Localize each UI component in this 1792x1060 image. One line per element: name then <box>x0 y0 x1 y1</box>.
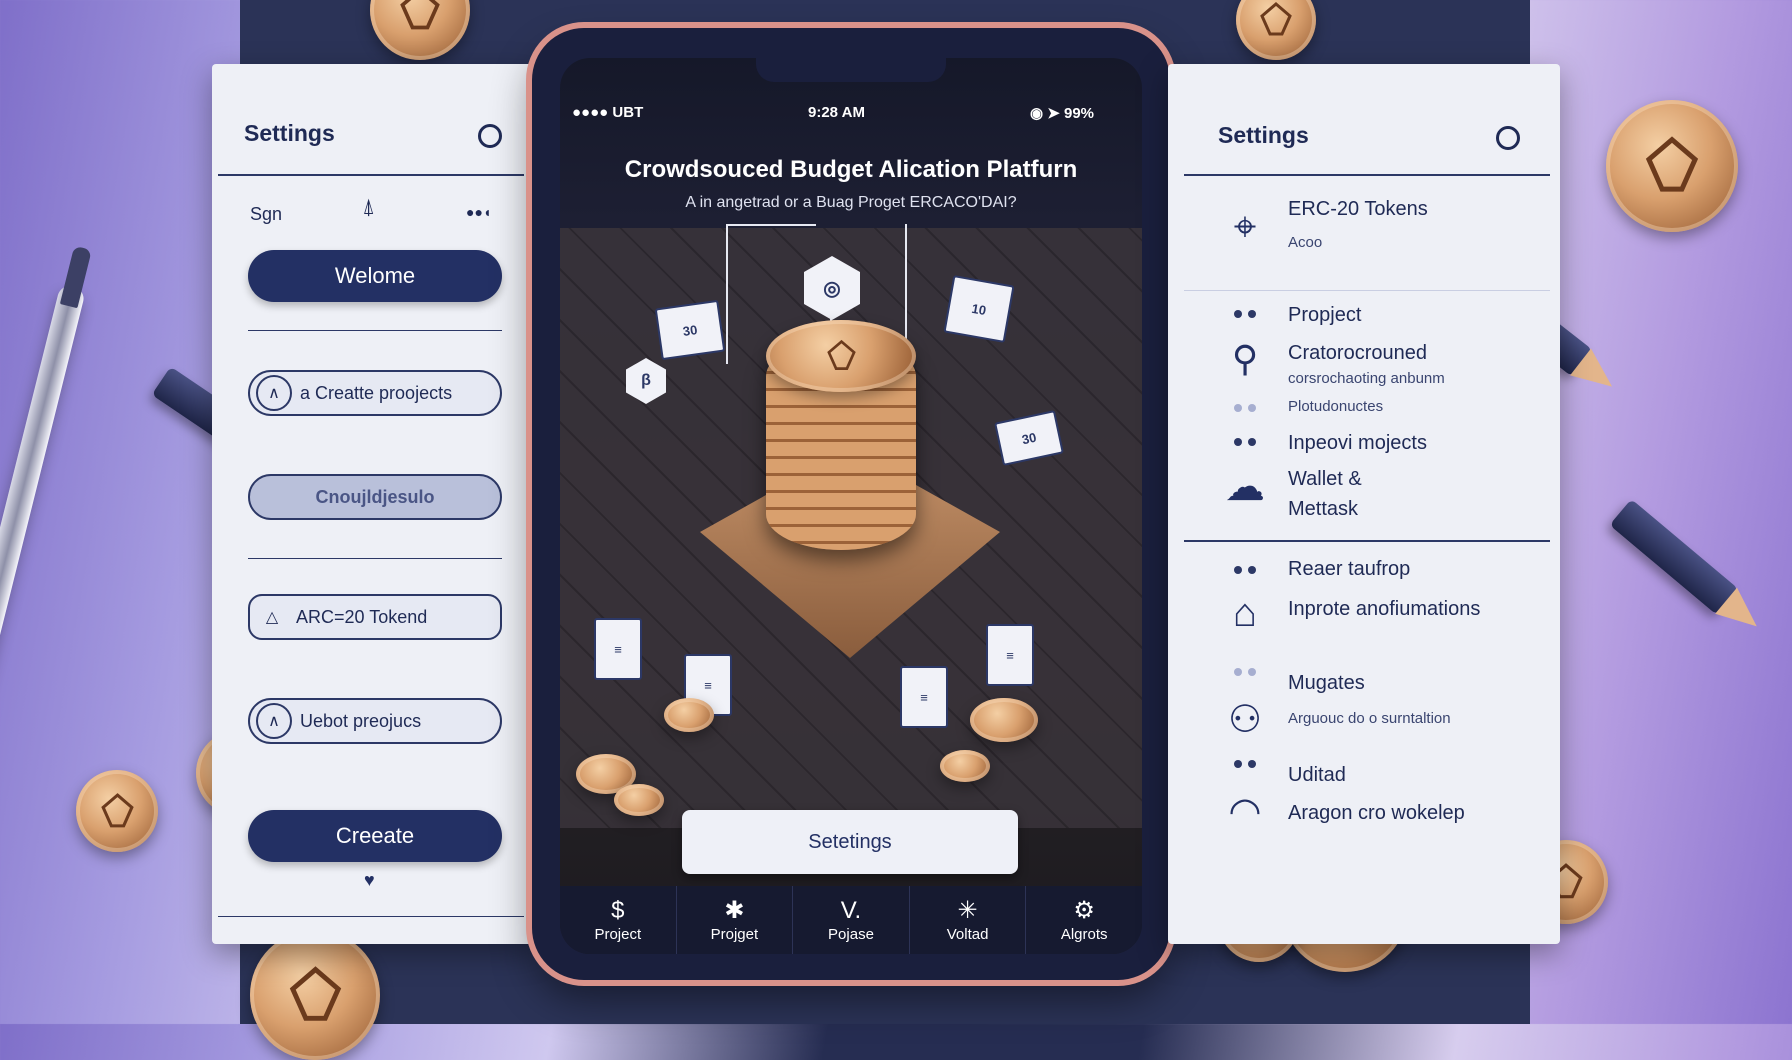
triangle-icon: △ <box>265 609 279 626</box>
token-pill-label: ARC=20 Tokend <box>296 606 428 627</box>
pin-icon: ⚲ <box>1231 338 1259 379</box>
list-item[interactable]: Wallet & <box>1288 468 1362 491</box>
list-item[interactable]: Mugates <box>1288 672 1365 695</box>
divider <box>1184 290 1550 291</box>
divider <box>248 330 502 331</box>
connector-line <box>726 224 816 226</box>
status-time: 9:28 AM <box>808 104 865 121</box>
asterisk-icon: ✳ <box>957 896 978 924</box>
pencil-icon: ∧ <box>256 703 292 739</box>
create-button[interactable]: Creeate <box>248 810 502 862</box>
pencil-icon: ∧ <box>256 375 292 411</box>
token-title[interactable]: ERC-20 Tokens <box>1288 198 1428 221</box>
tab-label: Projget <box>710 925 759 943</box>
list-item[interactable]: Plotudonuctes <box>1288 398 1383 415</box>
list-item[interactable]: Mettask <box>1288 498 1358 521</box>
tab-pojase[interactable]: V. Pojase <box>792 886 909 954</box>
token-sub: Acoo <box>1288 234 1323 251</box>
phone-notch <box>756 58 946 82</box>
gear-icon: ⚙ <box>1073 896 1095 924</box>
list-item[interactable]: Inpeovi mojects <box>1288 432 1427 455</box>
blurred-button[interactable]: Cnoujldjesulo <box>248 474 502 520</box>
update-projects-pill[interactable]: ∧ Uebot preojucs <box>248 698 502 744</box>
tab-projget[interactable]: ✱ Projget <box>675 886 793 954</box>
divider <box>248 558 502 559</box>
dots-icon <box>1234 566 1258 574</box>
circle-toggle-icon[interactable] <box>478 124 502 148</box>
list-item-sub: Arguouc do o surntaltion <box>1288 710 1451 727</box>
heart-icon: ♥ <box>364 870 375 890</box>
lock-icon: ⌂ <box>1232 590 1258 635</box>
divider <box>1184 540 1550 542</box>
divider <box>218 174 524 176</box>
location-pin-icon: ⌖ <box>1233 204 1257 249</box>
phone-screen: ●●●● UBT 9:28 AM ◉ ➤ 99% Crowdsouced Bud… <box>560 58 1142 954</box>
pen-decoration <box>0 283 87 727</box>
status-right: ◉ ➤ 99% <box>1030 105 1095 122</box>
dots-icon <box>1234 760 1258 768</box>
list-item[interactable]: Reaer taufrop <box>1288 558 1410 581</box>
connector-line <box>726 224 728 364</box>
dots-icon <box>1234 668 1258 676</box>
coin-top-icon <box>766 320 916 392</box>
pencil-right-bottom <box>1609 498 1739 616</box>
document-card: ≡ <box>986 624 1034 686</box>
dots-icon <box>1234 438 1258 446</box>
app-title: Crowdsouced Budget Alication Platfurn <box>624 156 1078 183</box>
coin-icon <box>1606 100 1738 232</box>
tab-algrots[interactable]: ⚙ Algrots <box>1025 886 1142 954</box>
coin-icon <box>76 770 158 852</box>
list-item[interactable]: Uditad <box>1288 764 1346 787</box>
dots-icon <box>1234 310 1258 318</box>
cloud-icon: ☁ <box>1225 465 1265 509</box>
dots-label: ●●◖ <box>466 204 492 220</box>
divider <box>218 916 524 917</box>
list-item[interactable]: Inprote anofiumations <box>1288 598 1480 621</box>
coin-icon <box>664 698 714 732</box>
update-projects-label: Uebot preojucs <box>300 710 422 731</box>
coin-icon <box>614 784 664 816</box>
signal-carrier: ●●●● UBT <box>572 104 644 121</box>
coin-icon <box>970 698 1038 742</box>
welcome-button[interactable]: Welome <box>248 250 502 302</box>
coin-icon <box>940 750 990 782</box>
list-item[interactable]: Propject <box>1288 304 1361 327</box>
list-item[interactable]: Cratorocrouned <box>1288 342 1427 365</box>
right-settings-panel: Settings ⌖ ERC-20 Tokens Acoo Propject ⚲… <box>1168 64 1560 944</box>
sign-label: Sgn <box>250 204 283 224</box>
divider <box>1184 174 1550 176</box>
tab-label: Project <box>594 925 642 943</box>
panel-title: Settings <box>1218 122 1309 148</box>
list-item[interactable]: Aragon cro wokelep <box>1288 802 1465 825</box>
document-card: ≡ <box>900 666 948 728</box>
phone-frame: ●●●● UBT 9:28 AM ◉ ➤ 99% Crowdsouced Bud… <box>532 28 1170 980</box>
app-subtitle: A in angetrad or a Buag Proget ERCACO'DA… <box>685 194 1017 211</box>
tab-label: Voltad <box>946 925 989 943</box>
star-icon: ✱ <box>724 896 745 924</box>
panel-title: Settings <box>244 120 335 146</box>
tab-bar: $ Project ✱ Projget V. Pojase ✳ Voltad ⚙ Algr… <box>560 886 1142 954</box>
create-projects-label: a Creatte proojects <box>300 382 453 403</box>
left-settings-panel: Settings Sgn ⍋ ●●◖ Welome ∧ a Creatte pr… <box>212 64 536 944</box>
user-icon: ⚇ <box>1227 698 1263 741</box>
coin-icon <box>250 930 380 1060</box>
tab-label: Algrots <box>1060 925 1108 943</box>
tab-project[interactable]: $ Project <box>560 886 676 954</box>
document-card: ≡ <box>594 618 642 680</box>
list-item-sub: corsrochaoting anbunm <box>1288 370 1445 387</box>
tab-label: Pojase <box>828 925 874 943</box>
pen-tip-icon: ⍋ <box>362 194 376 219</box>
dollar-icon: $ <box>611 896 625 924</box>
vote-icon: V. <box>840 896 862 924</box>
dots-icon <box>1234 404 1258 412</box>
settings-button[interactable]: Setetings <box>682 810 1018 874</box>
create-projects-pill[interactable]: ∧ a Creatte proojects <box>248 370 502 416</box>
token-pill[interactable]: △ ARC=20 Tokend <box>248 594 502 640</box>
price-card: 30 <box>654 299 726 361</box>
price-card: 10 <box>943 275 1015 343</box>
tab-voltad[interactable]: ✳ Voltad <box>908 886 1026 954</box>
circle-toggle-icon[interactable] <box>1496 126 1520 150</box>
wifi-icon: ◠ <box>1228 790 1262 833</box>
status-bar: ●●●● UBT 9:28 AM ◉ ➤ 99% <box>560 104 1142 128</box>
